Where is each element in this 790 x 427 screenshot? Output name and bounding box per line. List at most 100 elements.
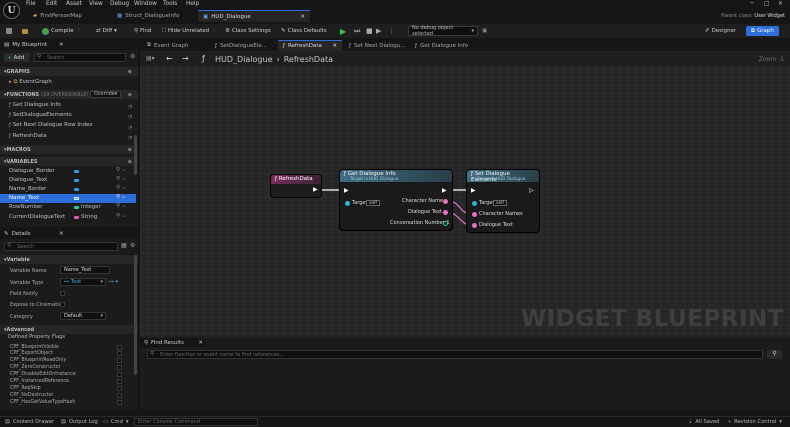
variables-section[interactable]: ▾ VARIABLES ⊕ — [0, 157, 138, 166]
add-button[interactable]: + Add — [4, 53, 30, 62]
dialogue-text-pin[interactable] — [443, 210, 448, 215]
graph-button[interactable]: ⧉ Graph — [746, 26, 779, 36]
menu-tools[interactable]: Tools — [163, 1, 177, 7]
all-saved-status[interactable]: ⇣ All Saved — [688, 419, 719, 425]
function-item[interactable]: ƒ Get Dialogue Info — [9, 102, 61, 108]
eye-icon[interactable]: ⚲ ⌣ — [116, 213, 125, 220]
function-item[interactable]: ƒ RefreshData — [9, 133, 47, 139]
unreal-logo-icon[interactable]: U — [3, 2, 20, 19]
override-dropdown[interactable]: Override ▾ — [90, 91, 122, 98]
find-results-search[interactable]: Enter function or event name to find ref… — [147, 350, 763, 359]
resume-icon[interactable]: ▶ — [376, 26, 381, 36]
refresh-data-entry-node[interactable]: ƒ RefreshData ▶ — [271, 175, 321, 197]
eye-icon[interactable]: ⚲ ⌣ — [116, 185, 125, 192]
cmd-dropdown[interactable]: ▭ Cmd ▾ — [103, 419, 128, 425]
scrollbar[interactable] — [134, 255, 137, 375]
compile-button[interactable]: Compile ⋮ — [42, 26, 81, 36]
menu-view[interactable]: View — [89, 1, 103, 7]
more-play-icon[interactable]: ⋮ — [388, 26, 395, 36]
variable-row[interactable]: Name_Border ⚲ ⌣ — [0, 185, 136, 194]
variable-name-input[interactable]: Name_Text — [60, 266, 110, 274]
designer-button[interactable]: ✐ Designer — [700, 26, 741, 36]
flag-checkbox[interactable] — [117, 386, 122, 391]
close-panel-icon[interactable]: ✕ — [59, 231, 64, 237]
details-search[interactable]: Search — [4, 242, 118, 251]
add-function-icon[interactable]: ⊕ — [128, 92, 132, 98]
gear-icon[interactable]: ⚙ — [130, 53, 135, 60]
add-macro-icon[interactable]: ⊕ — [128, 147, 132, 153]
browse-icon[interactable] — [22, 26, 28, 36]
graph-tab-get-dialogue-info[interactable]: ƒ Get Dialogue Info — [410, 40, 473, 51]
graph-tab-event-graph[interactable]: ⧉ Event Graph — [142, 40, 193, 51]
doc-tab-struct[interactable]: ▦ Struct_DialogueInfo — [112, 10, 184, 22]
output-log-button[interactable]: ▤ Output Log — [61, 419, 98, 425]
minimize-icon[interactable]: ─ — [750, 0, 754, 7]
class-defaults-button[interactable]: ✎ Class Defaults — [281, 26, 327, 36]
debug-object-select[interactable]: No debug object selected ▾ — [408, 25, 478, 37]
flag-checkbox[interactable] — [117, 358, 122, 363]
set-dialogue-elements-node[interactable]: ƒ Set Dialogue Elements Target is HUD Di… — [467, 170, 539, 232]
flag-checkbox[interactable] — [117, 351, 122, 356]
step-icon[interactable]: ⏭ — [354, 26, 360, 36]
save-icon[interactable] — [6, 26, 12, 36]
category-dropdown[interactable]: Default ▾ — [60, 312, 106, 320]
gear-icon[interactable]: ⚙ — [130, 242, 135, 249]
character-names-pin[interactable] — [472, 212, 477, 217]
revision-control-button[interactable]: ⑂ Revision Control ▾ — [728, 419, 782, 425]
flag-checkbox[interactable] — [117, 379, 122, 384]
exec-out-pin[interactable]: ▶ — [313, 186, 318, 193]
add-variable-icon[interactable]: ⊕ — [128, 159, 132, 165]
expose-to-cinematics-checkbox[interactable] — [60, 302, 65, 307]
maximize-icon[interactable]: □ — [764, 0, 770, 7]
menu-edit[interactable]: Edit — [46, 1, 57, 7]
hide-unrelated-button[interactable]: ⛶ Hide Unrelated ⋮ — [162, 26, 217, 36]
exec-out-pin[interactable]: ▷ — [529, 187, 534, 194]
variable-row[interactable]: CurrentDialogueText String ⚲ ⌣ — [0, 213, 136, 222]
eye-icon[interactable]: ⚲ ⌣ — [116, 176, 125, 183]
close-panel-icon[interactable]: ✕ — [59, 42, 64, 48]
menu-asset[interactable]: Asset — [66, 1, 82, 7]
console-input[interactable]: Enter Console Command — [134, 418, 258, 426]
play-icon[interactable]: ▶ — [340, 26, 346, 36]
eye-icon[interactable]: ⚲ ⌣ — [116, 203, 125, 210]
flag-checkbox[interactable] — [117, 365, 122, 370]
exec-in-pin[interactable]: ▶ — [471, 187, 476, 194]
close-window-icon[interactable]: ✕ — [778, 0, 783, 7]
find-results-tab[interactable]: ⚲ Find Results ✕ — [140, 338, 206, 347]
close-tab-icon[interactable]: ✕ — [300, 14, 305, 20]
field-notify-toggle[interactable] — [60, 291, 65, 296]
get-dialogue-info-node[interactable]: ƒ Get Dialogue Info Target is HUD Dialog… — [340, 170, 452, 230]
doc-tab-map[interactable]: ▰ FirstPersonMap — [28, 10, 87, 22]
character-name-pin[interactable] — [443, 199, 448, 204]
variable-row[interactable]: Dialogue_Text ⚲ ⌣ — [0, 176, 136, 185]
grid-view-icon[interactable]: ▦ — [121, 242, 127, 249]
variable-row-selected[interactable]: Name_Text ⚲ ⌣ — [0, 194, 136, 203]
stop-icon[interactable]: ■ — [366, 26, 373, 36]
flag-checkbox[interactable] — [117, 400, 122, 405]
flag-checkbox[interactable] — [117, 393, 122, 398]
debug-filter-icon[interactable]: ▣ — [482, 26, 487, 36]
flag-checkbox[interactable] — [117, 372, 122, 377]
close-panel-icon[interactable]: ✕ — [198, 340, 203, 346]
macros-section[interactable]: ▾ MACROS ⊕ — [0, 145, 138, 154]
exec-in-pin[interactable]: ▶ — [344, 187, 349, 194]
graph-canvas[interactable]: ▤▾ ← → ƒ HUD_Dialogue › RefreshData Zoom… — [140, 53, 790, 336]
dialogue-text-pin[interactable] — [472, 223, 477, 228]
functions-section[interactable]: ▾ FUNCTIONS (29 OVERRIDABLE) Override ▾ … — [0, 90, 138, 99]
flag-checkbox[interactable] — [117, 345, 122, 350]
menu-help[interactable]: Help — [186, 1, 199, 7]
variable-category[interactable]: ▾ Variable — [0, 255, 138, 264]
target-pin[interactable] — [345, 201, 350, 206]
target-pin[interactable] — [472, 201, 477, 206]
diff-button[interactable]: ⇄ Diff ▾ — [96, 26, 117, 36]
scrollbar[interactable] — [134, 135, 137, 175]
details-tab[interactable]: ✎ Details ✕ — [0, 229, 138, 239]
graph-tab-refresh-data[interactable]: ƒ RefreshData ✕ — [278, 40, 342, 51]
container-type-icon[interactable]: ⊶ ▾ — [109, 279, 118, 285]
menu-debug[interactable]: Debug — [110, 1, 129, 7]
event-graph-item[interactable]: ▸ ⧉ EventGraph — [9, 79, 52, 86]
exec-out-pin[interactable]: ▶ — [442, 187, 447, 194]
function-item[interactable]: ƒ SetDialogueElements — [9, 112, 72, 118]
eye-icon[interactable]: ⚲ ⌣ — [116, 167, 125, 174]
variable-type-dropdown[interactable]: ⊶ Text ▾ — [60, 278, 106, 286]
